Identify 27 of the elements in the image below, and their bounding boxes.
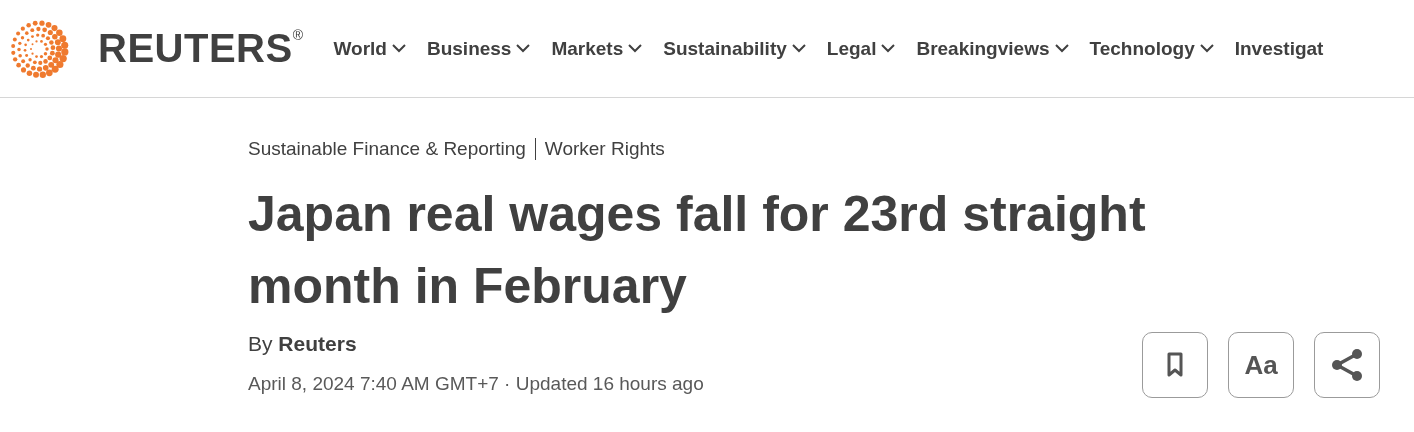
topic-link[interactable]: Worker Rights bbox=[544, 138, 665, 160]
logo-wordmark[interactable]: REUTERS$^{®}$ bbox=[98, 26, 304, 71]
share-icon bbox=[1329, 347, 1365, 383]
nav-item[interactable]: Sustainability bbox=[663, 37, 806, 60]
topic-link[interactable]: Sustainable Finance & Reporting bbox=[248, 138, 526, 160]
bookmark-icon bbox=[1167, 352, 1183, 378]
nav-item[interactable]: Technology bbox=[1089, 37, 1214, 60]
nav-item[interactable]: Markets bbox=[551, 37, 643, 60]
nav-item[interactable]: Legal bbox=[826, 37, 896, 60]
headline: Japan real wages fall for 23rd straight month in February bbox=[248, 185, 1147, 316]
author-link[interactable]: Reuters bbox=[278, 332, 357, 355]
chevron-down-icon bbox=[1054, 44, 1069, 53]
nav-item[interactable]: Business bbox=[426, 37, 531, 60]
chevron-down-icon bbox=[391, 44, 406, 53]
text-size-button[interactable]: Aa bbox=[1228, 332, 1294, 398]
chevron-down-icon bbox=[628, 44, 643, 53]
nav-item[interactable]: Investigat bbox=[1234, 37, 1324, 60]
chevron-down-icon bbox=[1199, 44, 1214, 53]
bookmark-button[interactable] bbox=[1142, 332, 1208, 398]
byline-prefix: By bbox=[248, 332, 273, 355]
nav-item[interactable]: Breakingviews bbox=[916, 37, 1069, 60]
chevron-down-icon bbox=[516, 44, 531, 53]
chevron-down-icon bbox=[881, 44, 896, 53]
dateline: April 8, 2024 7:40 AM GMT+7 · Updated 16 hours ago bbox=[248, 373, 704, 395]
nav-item[interactable]: World bbox=[333, 37, 406, 60]
chevron-down-icon bbox=[791, 44, 806, 53]
share-button[interactable] bbox=[1314, 332, 1380, 398]
